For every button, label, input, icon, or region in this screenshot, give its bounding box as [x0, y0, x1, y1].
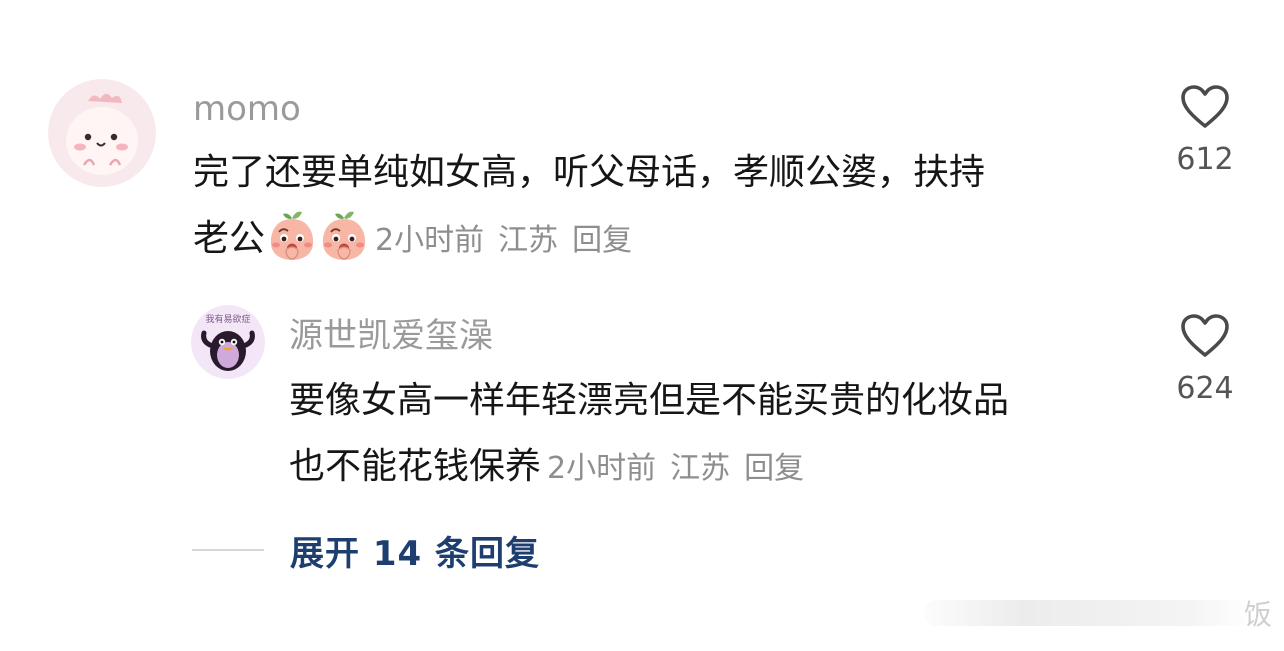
comment-text-line: 完了还要单纯如女高，听父母话，孝顺公婆，扶持 — [193, 152, 986, 193]
reply-button[interactable]: 回复 — [572, 223, 632, 258]
purple-penguin-avatar-icon: 我有易欲症 — [191, 305, 265, 379]
comment-time: 2小时前 — [375, 223, 485, 258]
comment-text-line: 要像女高一样年轻漂亮但是不能买贵的化妆品 — [289, 380, 1010, 421]
like-count: 612 — [1176, 142, 1234, 177]
like-button[interactable]: 624 — [1175, 313, 1235, 409]
watermark-bar — [923, 600, 1254, 626]
comment-meta: 2小时前 江苏 回复 — [547, 451, 818, 486]
comment-text-line-with-meta: 老公 2小时前 江苏 回复 — [193, 206, 985, 272]
expand-replies-row[interactable]: 展开 14 条回复 — [192, 526, 540, 575]
divider — [192, 549, 264, 551]
blushing-peach-emoji-icon — [322, 211, 366, 260]
comment-section: momo 完了还要单纯如女高，听父母话，孝顺公婆，扶持 老公 2小时前 江苏 回… — [0, 0, 1284, 651]
comment-text-line-with-meta: 也不能花钱保养 2小时前 江苏 回复 — [289, 434, 1009, 500]
comment-location: 江苏 — [670, 451, 731, 486]
avatar[interactable] — [48, 79, 156, 187]
comment-username[interactable]: 源世凯爱玺澡 — [289, 316, 493, 356]
comment-text: 要像女高一样年轻漂亮但是不能买贵的化妆品 也不能花钱保养 2小时前 江苏 回复 — [289, 368, 1009, 500]
blushing-peach-emoji-icon — [270, 211, 314, 260]
watermark-text: 饭 — [1243, 598, 1272, 631]
heart-outline-icon — [1181, 85, 1229, 128]
watermark: 饭 — [923, 593, 1272, 633]
avatar[interactable]: 我有易欲症 — [191, 305, 265, 379]
heart-outline-icon — [1181, 314, 1229, 357]
avatar-caption: 我有易欲症 — [205, 313, 250, 325]
pink-dinosaur-avatar-icon — [48, 79, 156, 187]
comment-meta: 2小时前 江苏 回复 — [375, 223, 646, 258]
comment-time: 2小时前 — [547, 451, 657, 486]
like-count: 624 — [1176, 371, 1234, 406]
comment-text-tail: 也不能花钱保养 — [289, 446, 542, 487]
expand-replies-button[interactable]: 展开 14 条回复 — [290, 526, 540, 575]
like-button[interactable]: 612 — [1175, 84, 1235, 180]
comment-username[interactable]: momo — [193, 89, 301, 129]
reply-button[interactable]: 回复 — [744, 451, 804, 486]
comment-location: 江苏 — [498, 223, 559, 258]
comment-text: 完了还要单纯如女高，听父母话，孝顺公婆，扶持 老公 2小时前 江苏 回复 — [193, 140, 985, 272]
comment-text-tail: 老公 — [193, 218, 266, 259]
